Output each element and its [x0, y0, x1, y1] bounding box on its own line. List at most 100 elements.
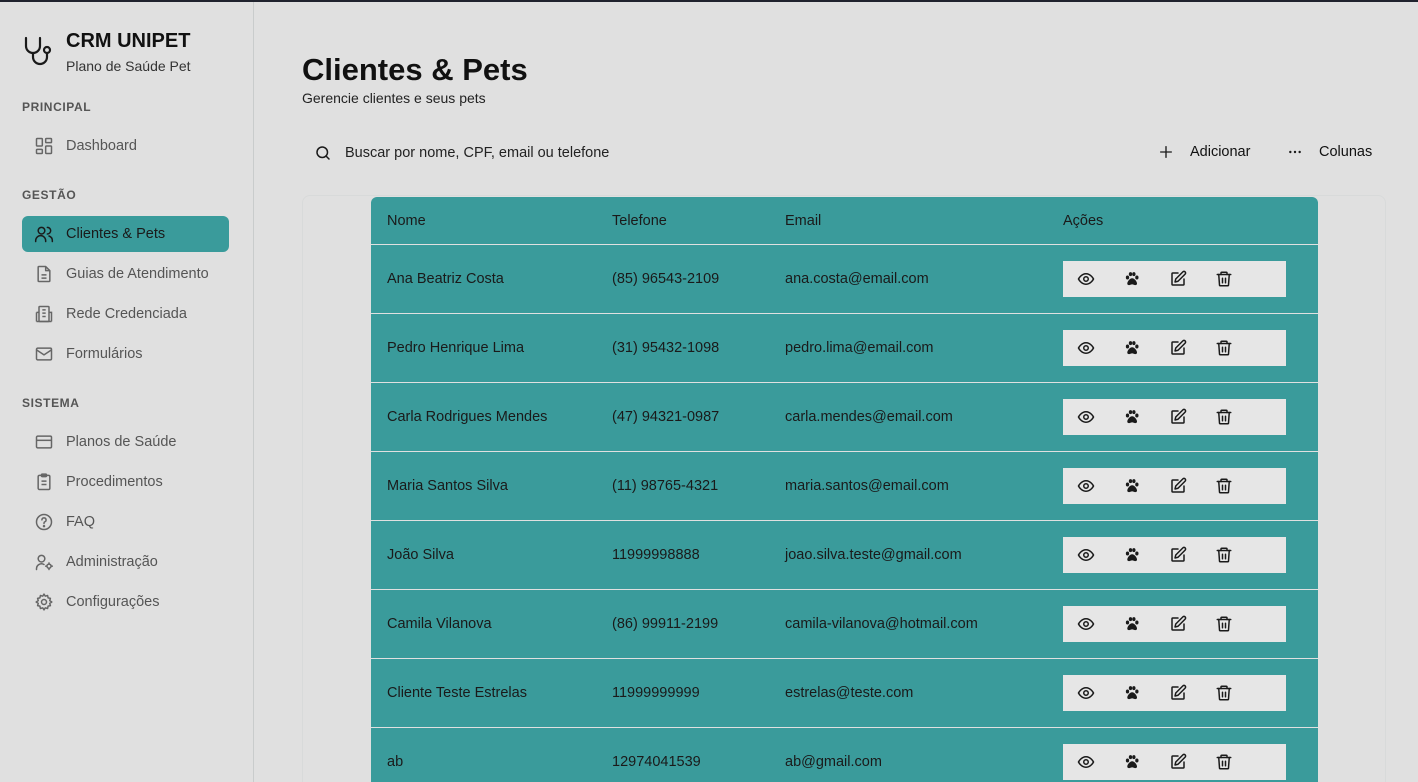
table-row[interactable]: ab 12974041539 ab@gmail.com: [371, 728, 1318, 782]
cell-email: maria.santos@email.com: [785, 478, 949, 494]
sidebar-item-guias[interactable]: Guias de Atendimento: [22, 256, 229, 292]
cell-nome: Camila Vilanova: [387, 616, 492, 632]
eye-icon: [1077, 272, 1095, 286]
cell-acoes: [1063, 468, 1318, 504]
table-row[interactable]: João Silva 11999998888 joao.silva.teste@…: [371, 521, 1318, 590]
delete-button[interactable]: [1201, 330, 1247, 366]
column-header-nome[interactable]: Nome: [371, 213, 612, 229]
cell-nome: Ana Beatriz Costa: [387, 271, 504, 287]
table-row[interactable]: Pedro Henrique Lima (31) 95432-1098 pedr…: [371, 314, 1318, 383]
edit-button[interactable]: [1155, 744, 1201, 780]
sidebar-item-formularios[interactable]: Formulários: [22, 336, 229, 372]
cell-acoes: [1063, 606, 1318, 642]
more-horizontal-icon: [1289, 150, 1301, 154]
table-row[interactable]: Cliente Teste Estrelas 11999999999 estre…: [371, 659, 1318, 728]
view-button[interactable]: [1063, 675, 1109, 711]
view-button[interactable]: [1063, 399, 1109, 435]
row-actions: [1063, 537, 1286, 573]
cell-acoes: [1063, 537, 1318, 573]
edit-button[interactable]: [1155, 537, 1201, 573]
table-row[interactable]: Camila Vilanova (86) 99911-2199 camila-v…: [371, 590, 1318, 659]
table-row[interactable]: Ana Beatriz Costa (85) 96543-2109 ana.co…: [371, 245, 1318, 314]
paw-icon: [1125, 548, 1139, 562]
delete-button[interactable]: [1201, 606, 1247, 642]
edit-button[interactable]: [1155, 675, 1201, 711]
row-actions: [1063, 606, 1286, 642]
pets-button[interactable]: [1109, 261, 1155, 297]
sidebar-item-rede[interactable]: Rede Credenciada: [22, 296, 229, 332]
pets-button[interactable]: [1109, 399, 1155, 435]
view-button[interactable]: [1063, 261, 1109, 297]
sidebar-item-label: Dashboard: [66, 138, 137, 154]
cell-telefone: (86) 99911-2199: [612, 616, 719, 632]
pets-button[interactable]: [1109, 330, 1155, 366]
table-row[interactable]: Carla Rodrigues Mendes (47) 94321-0987 c…: [371, 383, 1318, 452]
add-button[interactable]: Adicionar: [1158, 138, 1250, 166]
cell-acoes: [1063, 675, 1318, 711]
row-actions: [1063, 261, 1286, 297]
sidebar-item-administracao[interactable]: Administração: [22, 544, 229, 580]
trash-icon: [1216, 685, 1232, 701]
table-body: Ana Beatriz Costa (85) 96543-2109 ana.co…: [371, 245, 1318, 782]
edit-button[interactable]: [1155, 468, 1201, 504]
delete-button[interactable]: [1201, 744, 1247, 780]
trash-icon: [1216, 478, 1232, 494]
view-button[interactable]: [1063, 744, 1109, 780]
cell-email: estrelas@teste.com: [785, 685, 914, 701]
pets-button[interactable]: [1109, 606, 1155, 642]
column-header-email[interactable]: Email: [785, 213, 1063, 229]
brand-title: CRM UNIPET: [66, 30, 191, 52]
paw-icon: [1125, 410, 1139, 424]
delete-button[interactable]: [1201, 468, 1247, 504]
sidebar-item-procedimentos[interactable]: Procedimentos: [22, 464, 229, 500]
pets-button[interactable]: [1109, 537, 1155, 573]
search-box: [302, 138, 622, 168]
view-button[interactable]: [1063, 606, 1109, 642]
view-button[interactable]: [1063, 330, 1109, 366]
cell-nome: ab: [387, 754, 404, 770]
delete-button[interactable]: [1201, 537, 1247, 573]
pets-button[interactable]: [1109, 675, 1155, 711]
eye-icon: [1077, 686, 1095, 700]
section-label-sistema: SISTEMA: [22, 396, 80, 410]
cell-email: carla.mendes@email.com: [785, 409, 953, 425]
edit-button[interactable]: [1155, 330, 1201, 366]
clipboard-icon: [37, 473, 51, 491]
view-button[interactable]: [1063, 468, 1109, 504]
eye-icon: [1077, 341, 1095, 355]
delete-button[interactable]: [1201, 399, 1247, 435]
search-input[interactable]: [345, 145, 611, 161]
edit-button[interactable]: [1155, 261, 1201, 297]
cell-email: ab@gmail.com: [785, 754, 882, 770]
dashboard-icon: [35, 137, 53, 155]
cell-nome: Pedro Henrique Lima: [387, 340, 525, 356]
document-icon: [37, 265, 51, 283]
sidebar-item-clientes-pets[interactable]: Clientes & Pets: [22, 216, 229, 252]
cell-telefone: 12974041539: [612, 754, 701, 770]
cell-nome: Cliente Teste Estrelas: [387, 685, 527, 701]
user-cog-icon: [35, 554, 54, 571]
columns-button[interactable]: Colunas: [1287, 138, 1372, 166]
paw-icon: [1125, 341, 1139, 355]
sidebar-item-configuracoes[interactable]: Configurações: [22, 584, 229, 620]
column-header-telefone[interactable]: Telefone: [612, 213, 785, 229]
clients-table: Nome Telefone Email Ações Ana Beatriz Co…: [371, 197, 1318, 782]
pets-button[interactable]: [1109, 468, 1155, 504]
sidebar-item-faq[interactable]: FAQ: [22, 504, 229, 540]
row-actions: [1063, 399, 1286, 435]
sidebar-item-planos[interactable]: Planos de Saúde: [22, 424, 229, 460]
delete-button[interactable]: [1201, 675, 1247, 711]
eye-icon: [1077, 755, 1095, 769]
table-row[interactable]: Maria Santos Silva (11) 98765-4321 maria…: [371, 452, 1318, 521]
page-title: Clientes & Pets: [302, 52, 528, 87]
cell-telefone: 11999999999: [612, 685, 700, 701]
sidebar-item-label: Guias de Atendimento: [66, 266, 209, 282]
cell-telefone: (47) 94321-0987: [612, 409, 720, 425]
view-button[interactable]: [1063, 537, 1109, 573]
sidebar-item-label: FAQ: [66, 514, 96, 530]
delete-button[interactable]: [1201, 261, 1247, 297]
edit-button[interactable]: [1155, 606, 1201, 642]
sidebar-item-dashboard[interactable]: Dashboard: [22, 128, 229, 164]
edit-button[interactable]: [1155, 399, 1201, 435]
pets-button[interactable]: [1109, 744, 1155, 780]
